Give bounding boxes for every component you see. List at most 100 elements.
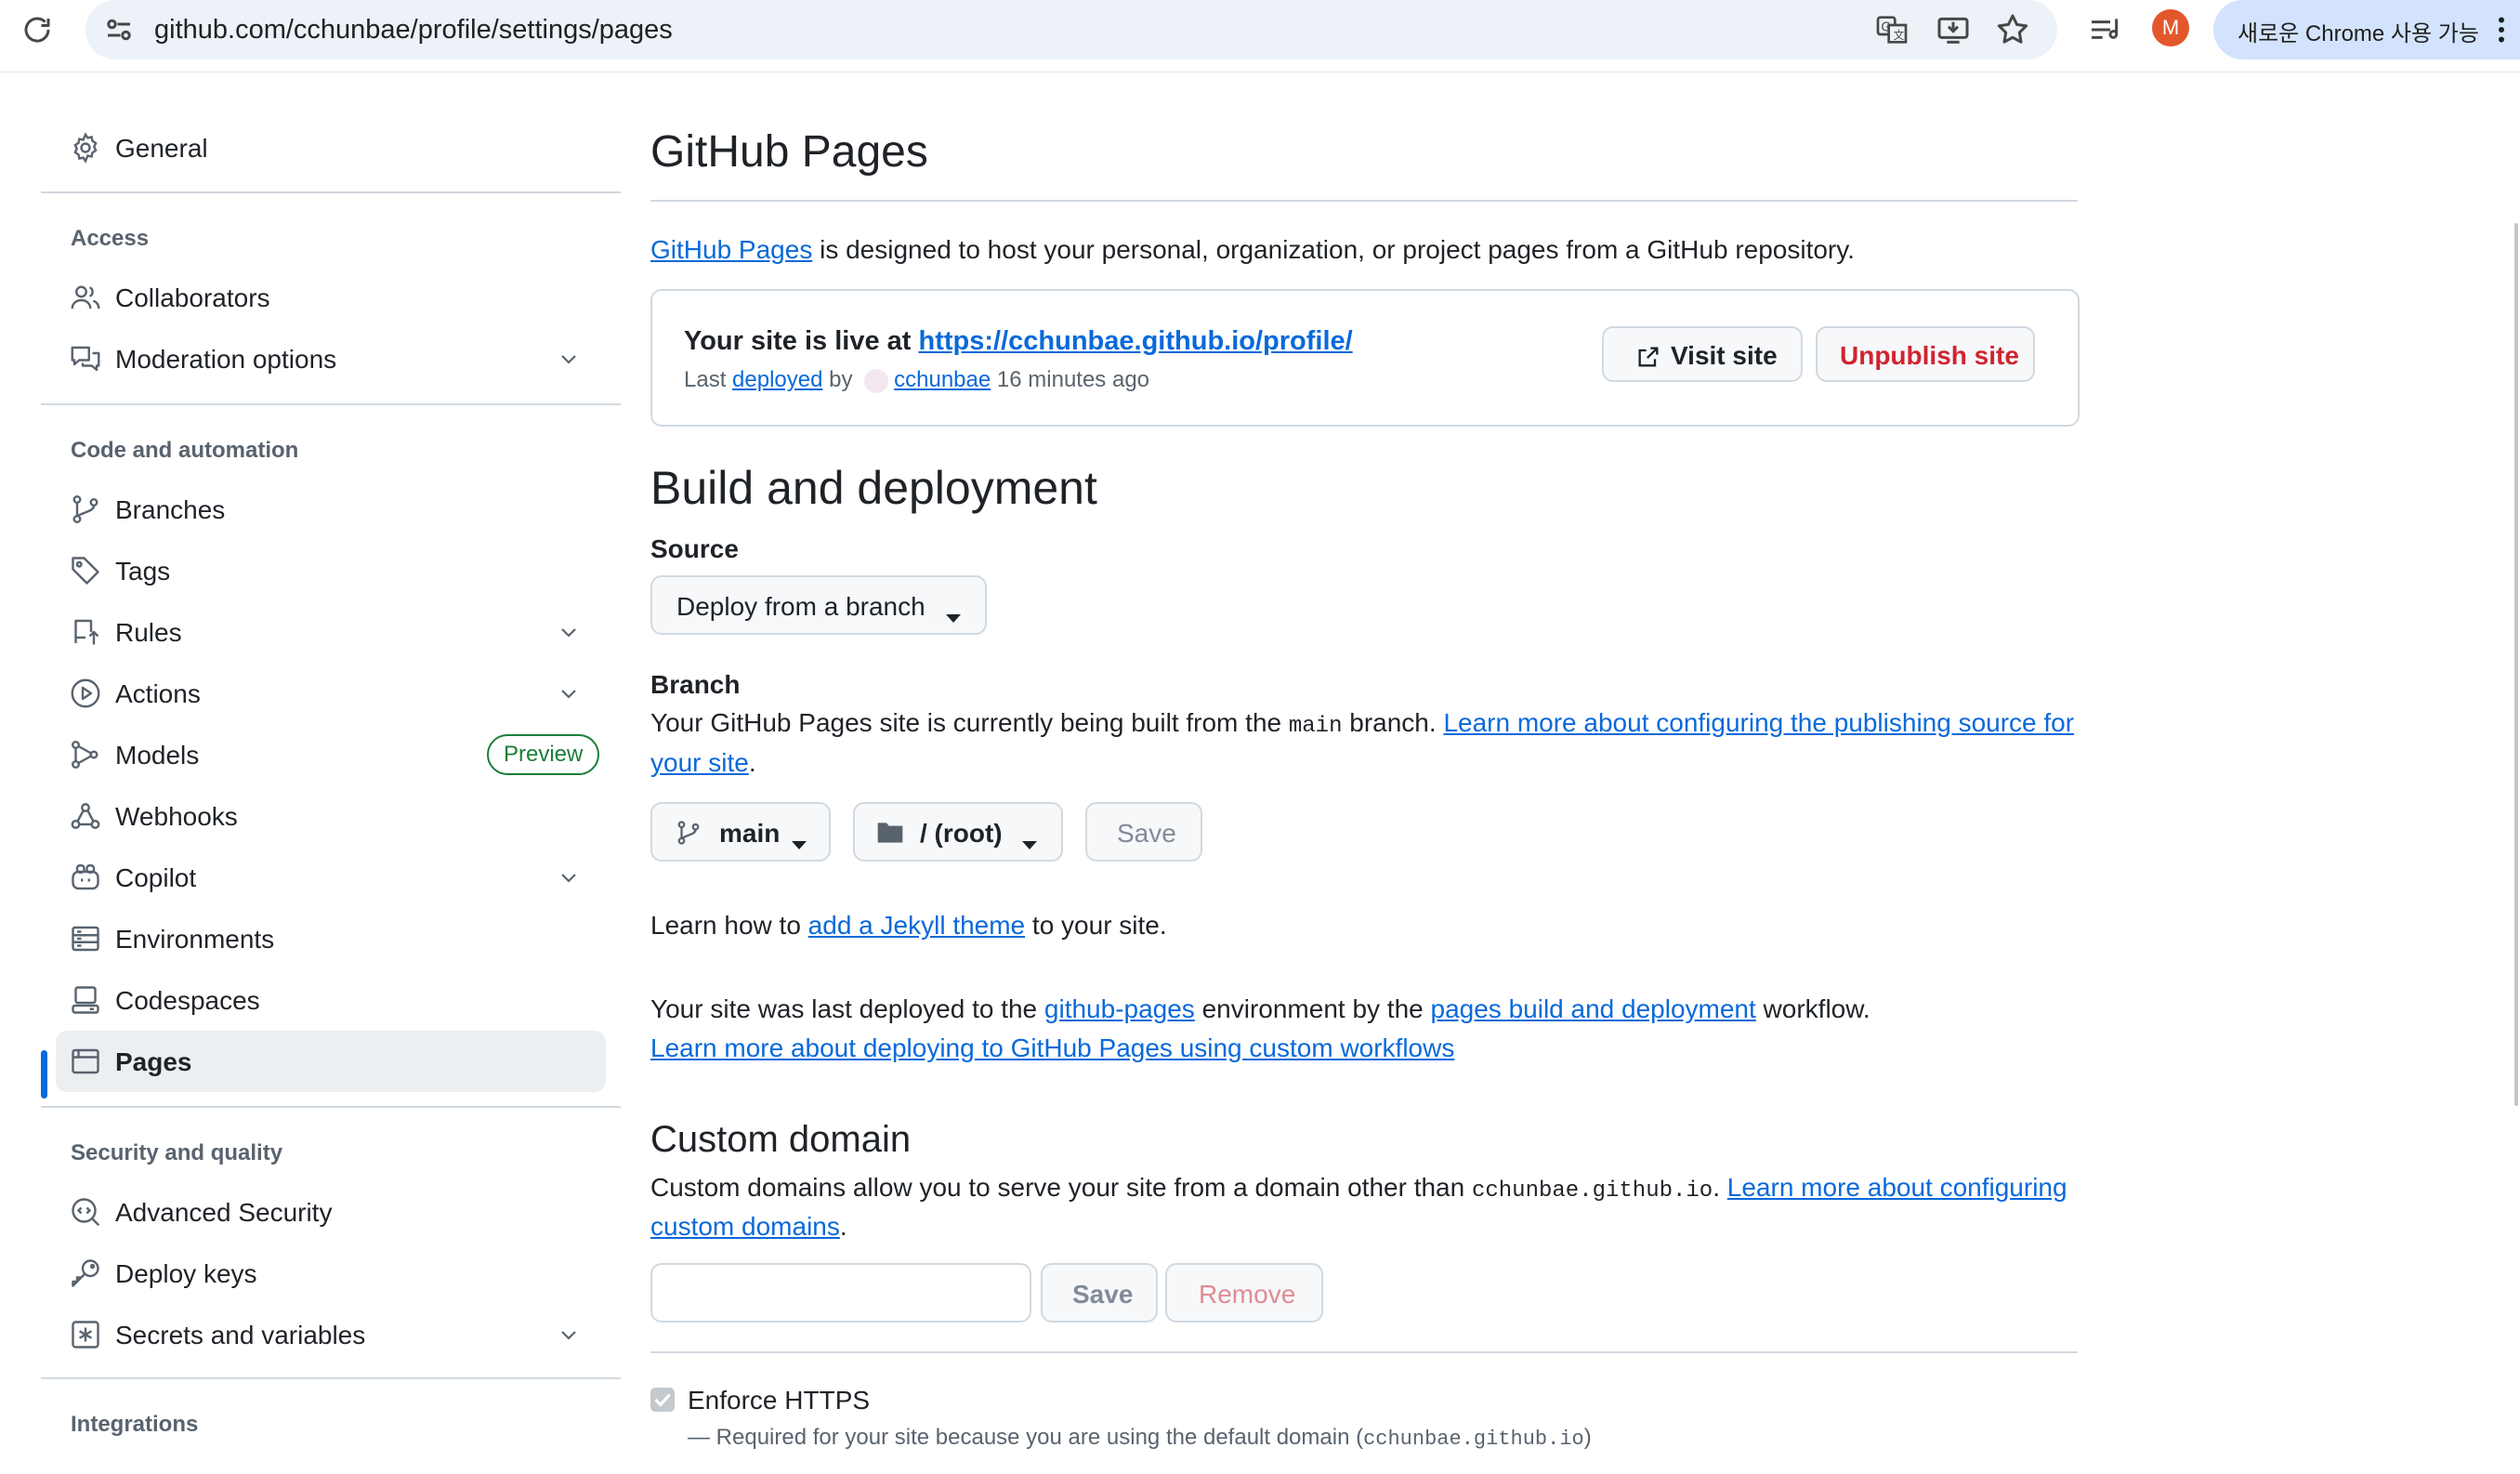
jekyll-text: Learn how to add a Jekyll theme to your … bbox=[650, 911, 1167, 940]
sidebar-item-collaborators[interactable]: Collaborators bbox=[56, 267, 606, 328]
sidebar-item-webhooks[interactable]: Webhooks bbox=[56, 785, 606, 847]
chevron-down-icon[interactable] bbox=[558, 682, 580, 704]
section-header-access: Access bbox=[71, 226, 150, 251]
scrollbar-thumb[interactable] bbox=[2514, 223, 2518, 1106]
branch-description: Your GitHub Pages site is currently bein… bbox=[650, 708, 2075, 739]
remove-domain-button[interactable]: Remove bbox=[1165, 1263, 1323, 1323]
last-deployed-text: Last deployed by cchunbae 16 minutes ago bbox=[684, 367, 1150, 393]
reload-icon[interactable] bbox=[20, 13, 54, 46]
chevron-down-icon[interactable] bbox=[558, 348, 580, 370]
custom-domain-learn-link[interactable]: Learn more about configuring bbox=[1727, 1173, 2067, 1202]
people-icon bbox=[69, 281, 102, 314]
sidebar-item-pages[interactable]: Pages bbox=[56, 1031, 606, 1092]
reading-list-icon[interactable] bbox=[2087, 11, 2124, 48]
site-info-icon[interactable] bbox=[102, 13, 136, 46]
last-deployed-env-text: Your site was last deployed to the githu… bbox=[650, 994, 1870, 1023]
chevron-down-icon[interactable] bbox=[558, 621, 580, 643]
preview-badge: Preview bbox=[487, 734, 600, 775]
codespaces-icon bbox=[69, 983, 102, 1017]
chevron-down-icon[interactable] bbox=[558, 1323, 580, 1346]
custom-domains-link[interactable]: custom domains bbox=[650, 1212, 840, 1241]
deployer-avatar bbox=[864, 368, 889, 393]
sidebar-item-label: Advanced Security bbox=[115, 1198, 333, 1227]
source-dropdown[interactable]: Deploy from a branch bbox=[650, 575, 987, 635]
sidebar-item-label: General bbox=[115, 134, 208, 163]
section-header-code: Code and automation bbox=[71, 438, 299, 463]
deployed-link[interactable]: deployed bbox=[732, 367, 822, 392]
sidebar-divider bbox=[41, 1106, 621, 1108]
sidebar-divider bbox=[41, 191, 621, 193]
play-circle-icon bbox=[69, 677, 102, 710]
settings-sidebar: General Access Collaborators Moderation … bbox=[0, 72, 650, 1474]
page-title: GitHub Pages bbox=[650, 127, 928, 177]
sidebar-item-actions[interactable]: Actions bbox=[56, 663, 606, 724]
save-domain-button[interactable]: Save bbox=[1041, 1263, 1158, 1323]
sidebar-item-label: Branches bbox=[115, 495, 226, 524]
sidebar-item-secrets[interactable]: Secrets and variables bbox=[56, 1304, 606, 1365]
asterisk-box-icon bbox=[69, 1318, 102, 1351]
deployer-link[interactable]: cchunbae bbox=[894, 367, 991, 392]
github-pages-env-link[interactable]: github-pages bbox=[1044, 994, 1195, 1023]
url-text[interactable]: github.com/cchunbae/profile/settings/pag… bbox=[154, 15, 673, 46]
publishing-source-link-cont[interactable]: your site bbox=[650, 748, 749, 777]
install-app-icon[interactable] bbox=[1935, 11, 1972, 48]
branch-description-cont: your site. bbox=[650, 748, 756, 777]
selected-indicator bbox=[41, 1050, 47, 1099]
models-icon bbox=[69, 738, 102, 771]
sidebar-item-rules[interactable]: Rules bbox=[56, 601, 606, 663]
section-header-integrations: Integrations bbox=[71, 1412, 199, 1437]
browser-toolbar: github.com/cchunbae/profile/settings/pag… bbox=[0, 0, 2520, 72]
live-site-link[interactable]: https://cchunbae.github.io/profile/ bbox=[919, 326, 1353, 356]
build-deployment-heading: Build and deployment bbox=[650, 462, 1097, 514]
more-menu-icon[interactable] bbox=[2494, 13, 2509, 46]
webhook-icon bbox=[69, 799, 102, 833]
live-site-text: Your site is live at https://cchunbae.gi… bbox=[684, 326, 1353, 356]
sidebar-item-branches[interactable]: Branches bbox=[56, 479, 606, 540]
sidebar-item-label: Actions bbox=[115, 679, 201, 708]
sidebar-item-moderation[interactable]: Moderation options bbox=[56, 328, 606, 389]
unpublish-site-button[interactable]: Unpublish site bbox=[1816, 326, 2035, 382]
branch-select-button[interactable]: main bbox=[650, 802, 831, 862]
custom-workflows-link[interactable]: Learn more about deploying to GitHub Pag… bbox=[650, 1033, 1454, 1062]
save-branch-button[interactable]: Save bbox=[1085, 802, 1202, 862]
sidebar-item-tags[interactable]: Tags bbox=[56, 540, 606, 601]
caret-down-icon bbox=[792, 829, 807, 859]
jekyll-theme-link[interactable]: add a Jekyll theme bbox=[808, 911, 1025, 940]
workflow-link[interactable]: pages build and deployment bbox=[1431, 994, 1756, 1023]
bookmark-star-icon[interactable] bbox=[1994, 11, 2031, 48]
sidebar-item-label: Secrets and variables bbox=[115, 1321, 366, 1349]
sidebar-item-codespaces[interactable]: Codespaces bbox=[56, 969, 606, 1031]
translate-icon[interactable]: G文 bbox=[1873, 11, 1910, 48]
browser-icon bbox=[69, 1045, 102, 1078]
profile-avatar[interactable]: M bbox=[2152, 9, 2189, 46]
site-live-box: Your site is live at https://cchunbae.gi… bbox=[650, 289, 2080, 427]
sidebar-item-label: Moderation options bbox=[115, 345, 337, 374]
domain-divider bbox=[650, 1351, 2078, 1353]
address-bar[interactable]: github.com/cchunbae/profile/settings/pag… bbox=[85, 0, 2057, 59]
sidebar-item-label: Models bbox=[115, 741, 200, 770]
sidebar-item-copilot[interactable]: Copilot bbox=[56, 847, 606, 908]
publishing-source-link[interactable]: Learn more about configuring the publish… bbox=[1443, 708, 2074, 737]
sidebar-item-label: Rules bbox=[115, 618, 182, 647]
custom-workflows-line: Learn more about deploying to GitHub Pag… bbox=[650, 1033, 1454, 1063]
sidebar-item-label: Webhooks bbox=[115, 802, 238, 831]
github-pages-link[interactable]: GitHub Pages bbox=[650, 235, 812, 264]
intro-text: GitHub Pages is designed to host your pe… bbox=[650, 235, 1855, 264]
gear-icon bbox=[69, 131, 102, 165]
sidebar-item-label: Deploy keys bbox=[115, 1259, 257, 1288]
external-link-icon bbox=[1635, 344, 1661, 370]
folder-select-button[interactable]: / (root) bbox=[853, 802, 1063, 862]
sidebar-item-advanced-security[interactable]: Advanced Security bbox=[56, 1181, 606, 1243]
comment-discussion-icon bbox=[69, 342, 102, 375]
chrome-update-pill[interactable]: 새로운 Chrome 사용 가능 bbox=[2213, 0, 2520, 59]
chrome-update-label: 새로운 Chrome 사용 가능 bbox=[2238, 21, 2479, 46]
enforce-https-checkbox[interactable] bbox=[650, 1388, 675, 1412]
chevron-down-icon[interactable] bbox=[558, 866, 580, 888]
sidebar-item-models[interactable]: Models Preview bbox=[56, 724, 606, 785]
sidebar-item-deploy-keys[interactable]: Deploy keys bbox=[56, 1243, 606, 1304]
sidebar-item-environments[interactable]: Environments bbox=[56, 908, 606, 969]
custom-domain-input[interactable] bbox=[650, 1263, 1031, 1323]
visit-site-button[interactable]: Visit site bbox=[1602, 326, 1803, 382]
caret-down-icon bbox=[1022, 829, 1037, 859]
sidebar-item-general[interactable]: General bbox=[56, 117, 606, 178]
